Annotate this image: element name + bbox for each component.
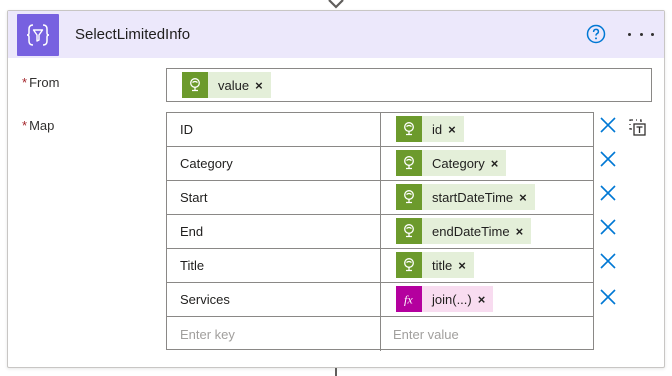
map-key-input[interactable]: Title	[167, 249, 381, 282]
remove-token-icon[interactable]: ×	[452, 258, 474, 273]
map-key-input[interactable]: End	[167, 215, 381, 248]
dynamic-content-icon	[396, 184, 422, 210]
from-input[interactable]: value ×	[166, 68, 652, 102]
action-title[interactable]: SelectLimitedInfo	[75, 26, 190, 43]
dynamic-content-icon	[396, 252, 422, 278]
token-label: join(...)	[432, 291, 472, 307]
map-key-input[interactable]: Services	[167, 283, 381, 316]
delete-row-icon[interactable]	[599, 184, 617, 202]
svg-text:fx: fx	[404, 293, 413, 307]
map-row: End endDateTime ×	[167, 215, 593, 249]
token-label: id	[432, 121, 443, 137]
remove-token-icon[interactable]: ×	[442, 122, 464, 137]
value-token[interactable]: title ×	[396, 252, 474, 278]
map-row-new: Enter key Enter value	[167, 317, 593, 351]
map-row: Category Category ×	[167, 147, 593, 181]
value-token[interactable]: endDateTime ×	[396, 218, 532, 244]
flow-connector-arrow	[328, 0, 344, 9]
new-value-input[interactable]: Enter value	[380, 317, 592, 351]
map-key-input[interactable]: Start	[167, 181, 381, 214]
card-header[interactable]: SelectLimitedInfo	[8, 11, 664, 58]
map-value-input[interactable]: endDateTime ×	[381, 215, 593, 248]
switch-to-text-mode-icon[interactable]	[627, 117, 649, 137]
map-value-input[interactable]: Category ×	[381, 147, 593, 180]
token-label: title	[432, 257, 453, 273]
remove-token-icon[interactable]: ×	[249, 78, 271, 93]
token-label: Category	[432, 155, 485, 171]
new-key-input[interactable]: Enter key	[167, 317, 381, 351]
expression-fx-icon: fx	[396, 286, 422, 312]
dynamic-content-icon	[182, 72, 208, 98]
map-label: * Map	[22, 118, 55, 133]
map-row: Start startDateTime ×	[167, 181, 593, 215]
map-value-input[interactable]: fx join(...) ×	[381, 283, 593, 316]
remove-token-icon[interactable]: ×	[513, 190, 535, 205]
from-token[interactable]: value ×	[182, 72, 271, 98]
select-action-icon	[17, 13, 59, 56]
remove-token-icon[interactable]: ×	[510, 224, 532, 239]
value-token[interactable]: id ×	[396, 116, 464, 142]
flow-connector-line	[335, 368, 337, 376]
map-key-input[interactable]: Category	[167, 147, 381, 180]
select-action-card: SelectLimitedInfo * From value × * Map ID	[7, 10, 665, 368]
help-circle-icon[interactable]	[585, 23, 607, 45]
map-table: ID id × Category Category × Start startD…	[166, 112, 594, 351]
token-label: value	[218, 77, 250, 93]
more-options-icon[interactable]	[628, 23, 654, 45]
dynamic-content-icon	[396, 218, 422, 244]
map-row: Title title ×	[167, 249, 593, 283]
delete-row-icon[interactable]	[599, 288, 617, 306]
map-value-input[interactable]: title ×	[381, 249, 593, 282]
delete-row-icon[interactable]	[599, 116, 617, 134]
from-label: * From	[22, 75, 60, 90]
delete-row-icon[interactable]	[599, 218, 617, 236]
remove-token-icon[interactable]: ×	[472, 292, 494, 307]
token-label: startDateTime	[432, 189, 514, 205]
token-label: endDateTime	[432, 223, 510, 239]
value-token[interactable]: startDateTime ×	[396, 184, 535, 210]
map-key-input[interactable]: ID	[167, 113, 381, 146]
delete-row-icon[interactable]	[599, 252, 617, 270]
map-value-input[interactable]: startDateTime ×	[381, 181, 593, 214]
delete-row-icon[interactable]	[599, 150, 617, 168]
map-row: Services fx join(...) ×	[167, 283, 593, 317]
value-token[interactable]: Category ×	[396, 150, 507, 176]
dynamic-content-icon	[396, 150, 422, 176]
map-row: ID id ×	[167, 113, 593, 147]
remove-token-icon[interactable]: ×	[485, 156, 507, 171]
dynamic-content-icon	[396, 116, 422, 142]
map-value-input[interactable]: id ×	[381, 113, 593, 146]
expression-token[interactable]: fx join(...) ×	[396, 286, 494, 312]
